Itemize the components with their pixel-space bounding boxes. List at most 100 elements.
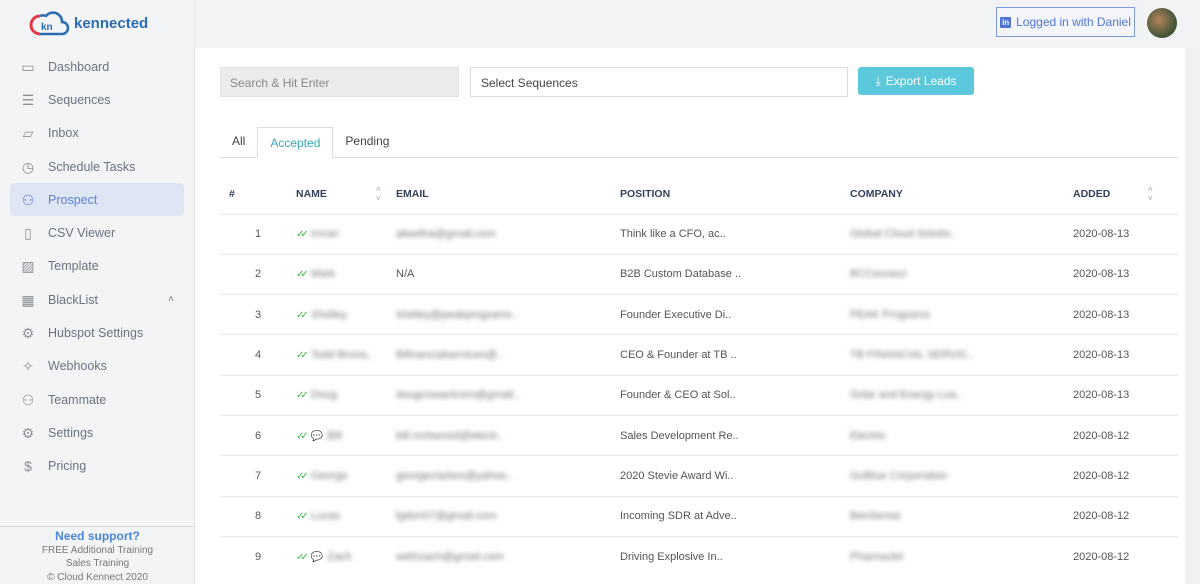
table-row[interactable]: 1 ✓✓ Imran akeelha@gmail.com Think like a… xyxy=(220,213,1178,255)
col-number: # xyxy=(229,187,235,200)
email-cell: akeelha@gmail.com xyxy=(396,213,620,255)
sidebar-item-settings[interactable]: ⚙ Settings xyxy=(10,416,184,449)
sidebar-item-sequences[interactable]: ☰ Sequences xyxy=(10,83,184,116)
name-cell: ✓✓ Mark xyxy=(296,253,396,295)
name-cell: ✓✓ Shelley xyxy=(296,294,396,335)
added-cell: 2020-08-13 xyxy=(1073,253,1178,295)
tab-pending[interactable]: Pending xyxy=(333,127,401,158)
position-cell: Driving Explosive In.. xyxy=(620,535,850,577)
download-icon: ⤓ xyxy=(875,73,881,88)
prospect-name[interactable]: Zach xyxy=(327,551,351,563)
name-cell: ✓✓ Todd Bruno, xyxy=(296,334,396,376)
sales-training-link[interactable]: Sales Training xyxy=(0,557,195,571)
table-row[interactable]: 4 ✓✓ Todd Bruno, tbfinancialservices@.. C… xyxy=(220,334,1178,376)
chevron-up-icon[interactable]: ˄ xyxy=(168,294,174,305)
sidebar-item-label: Teammate xyxy=(48,392,107,407)
sidebar-item-label: Webhooks xyxy=(48,359,107,374)
email-cell: bill.rockwood@electr.. xyxy=(396,414,620,456)
company-cell: PharmaJet xyxy=(850,535,1073,577)
sidebar-item-hubspot-settings[interactable]: ⚙ Hubspot Settings xyxy=(10,316,184,349)
prospect-name[interactable]: Mark xyxy=(311,268,335,280)
monitor-icon: ▭ xyxy=(21,58,35,75)
col-name[interactable]: NAME ˄ ˅ xyxy=(296,174,396,214)
table-row[interactable]: 6 ✓✓ 💬 Bill bill.rockwood@electr.. Sales D… xyxy=(220,414,1178,456)
dollar-icon: $ xyxy=(24,458,32,475)
tab-accepted[interactable]: Accepted xyxy=(257,127,334,158)
added-cell: 2020-08-12 xyxy=(1073,535,1178,577)
prospect-name[interactable]: Lucas xyxy=(311,510,340,522)
sidebar-item-webhooks[interactable]: ✧ Webhooks xyxy=(10,350,184,383)
sort-icon[interactable]: ˄ ˅ xyxy=(376,185,381,203)
sidebar-item-schedule-tasks[interactable]: ◷ Schedule Tasks xyxy=(10,150,184,183)
table-row[interactable]: 3 ✓✓ Shelley shelley@peakprograms.. Found… xyxy=(220,294,1178,335)
linkedin-login-button[interactable]: in Logged in with Daniel xyxy=(996,7,1135,37)
tab-all[interactable]: All xyxy=(220,127,257,158)
prospect-name[interactable]: George xyxy=(311,470,348,482)
scrollbar[interactable] xyxy=(1185,48,1200,584)
grid-icon: ▦ xyxy=(21,291,35,308)
table-row[interactable]: 9 ✓✓ 💬 Zach sekhzach@gmail.com Driving Exp… xyxy=(220,535,1178,577)
sidebar-item-label: Pricing xyxy=(48,459,87,474)
chat-bubble-icon[interactable]: 💬 xyxy=(311,552,323,563)
row-number: 2 xyxy=(220,253,296,295)
need-support-link[interactable]: Need support? xyxy=(0,529,195,544)
table-row[interactable]: 5 ✓✓ Doug dougcowanlcom@gmail.. Founder &… xyxy=(220,374,1178,416)
company-cell: BeoSense xyxy=(850,495,1073,537)
position-cell: B2B Custom Database .. xyxy=(620,253,850,295)
position-cell: Founder & CEO at Sol.. xyxy=(620,374,850,416)
position-cell: 2020 Stevie Award Wi.. xyxy=(620,455,850,497)
added-cell: 2020-08-13 xyxy=(1073,213,1178,255)
sequence-select[interactable]: Select Sequences xyxy=(470,67,848,97)
sidebar-item-prospect[interactable]: ⚇ Prospect xyxy=(10,183,184,217)
col-added-label: ADDED xyxy=(1073,187,1111,200)
prospect-name[interactable]: Imran xyxy=(311,228,339,240)
col-position: POSITION xyxy=(620,187,671,200)
row-number: 5 xyxy=(220,374,296,416)
double-check-icon: ✓✓ xyxy=(296,309,309,321)
sidebar-item-label: Dashboard xyxy=(48,59,110,74)
prospect-name[interactable]: Todd Bruno, xyxy=(311,349,370,361)
table-row[interactable]: 8 ✓✓ Lucas lgdon07@gmail.com Incoming SDR… xyxy=(220,495,1178,537)
added-cell: 2020-08-13 xyxy=(1073,374,1178,416)
col-added[interactable]: ADDED ˄ ˅ xyxy=(1073,174,1178,214)
table-row[interactable]: 7 ✓✓ George georgeclarkes@yahoo.. 2020 St… xyxy=(220,455,1178,497)
avatar[interactable] xyxy=(1147,8,1177,38)
free-training-link[interactable]: FREE Additional Training xyxy=(0,544,195,558)
file-icon: ▯ xyxy=(24,225,32,242)
logo[interactable]: kn kennected xyxy=(26,10,148,36)
double-check-icon: ✓✓ xyxy=(296,551,309,563)
email-cell: dougcowanlcom@gmail.. xyxy=(396,374,620,416)
sidebar: kn kennected ▭ Dashboard ☰ Sequences ▱ Inbox ◷… xyxy=(0,0,195,584)
sidebar-item-pricing[interactable]: $ Pricing xyxy=(10,450,184,483)
sidebar-item-dashboard[interactable]: ▭ Dashboard xyxy=(10,50,184,83)
sidebar-item-label: Settings xyxy=(48,425,94,440)
export-leads-button[interactable]: ⤓ Export Leads xyxy=(858,67,974,95)
name-cell: ✓✓ Lucas xyxy=(296,495,396,537)
company-cell: Global Cloud Solutio.. xyxy=(850,213,1073,255)
sidebar-item-label: Sequences xyxy=(48,92,111,107)
table-row[interactable]: 2 ✓✓ Mark N/A B2B Custom Database .. BCCo… xyxy=(220,253,1178,295)
sidebar-item-template[interactable]: ▨ Template xyxy=(10,250,184,283)
prospect-name[interactable]: Bill xyxy=(327,430,342,442)
company-cell: BCConnect xyxy=(850,253,1073,295)
sidebar-item-blacklist[interactable]: ▦ BlackList ˄ xyxy=(10,283,184,316)
copyright: © Cloud Kennect 2020 xyxy=(47,571,148,583)
search-input[interactable]: Search & Hit Enter xyxy=(220,67,459,97)
sidebar-item-teammate[interactable]: ⚇ Teammate xyxy=(10,383,184,416)
sort-icon[interactable]: ˄ ˅ xyxy=(1148,185,1153,203)
company-cell: GoBlue Corporation xyxy=(850,455,1073,497)
sidebar-nav: ▭ Dashboard ☰ Sequences ▱ Inbox ◷ Schedule Task… xyxy=(10,50,184,483)
image-icon: ▨ xyxy=(21,258,35,275)
chat-bubble-icon[interactable]: 💬 xyxy=(311,431,323,442)
prospect-name[interactable]: Shelley xyxy=(311,309,347,321)
prospect-name[interactable]: Doug xyxy=(311,389,337,401)
double-check-icon: ✓✓ xyxy=(296,511,309,523)
gear-icon: ⚙ xyxy=(21,424,35,441)
company-cell: TB FINANCIAL SERVIC.. xyxy=(850,334,1073,376)
user-icon: ⚇ xyxy=(21,391,35,408)
added-cell: 2020-08-12 xyxy=(1073,455,1178,497)
sidebar-item-inbox[interactable]: ▱ Inbox xyxy=(10,117,184,150)
sidebar-item-csv-viewer[interactable]: ▯ CSV Viewer xyxy=(10,216,184,249)
sidebar-item-label: Hubspot Settings xyxy=(48,326,144,341)
sidebar-item-label: Template xyxy=(48,259,99,274)
